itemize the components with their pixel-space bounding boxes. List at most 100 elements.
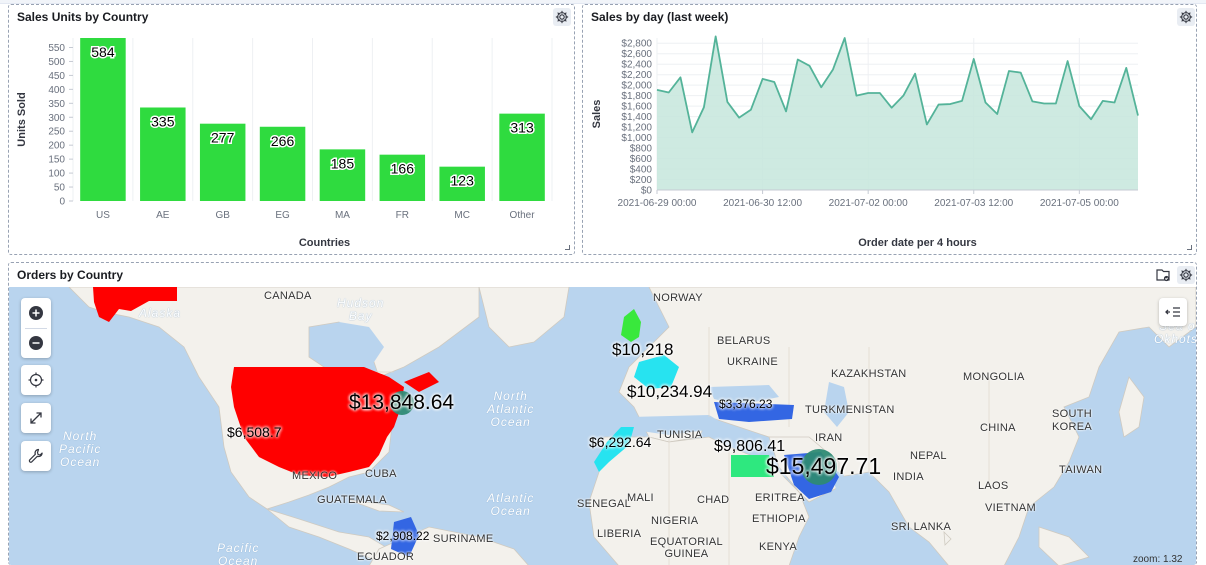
x-tick-label: EG: [275, 210, 290, 221]
bar-value-label: 266: [271, 133, 295, 149]
x-axis-title: Order date per 4 hours: [858, 237, 977, 249]
ocean-label-pacific: Pacific Ocean: [217, 541, 260, 565]
y-tick-label: 200: [48, 141, 65, 152]
value-label-tr: $3,376.23: [719, 397, 773, 411]
y-tick-label: $2,600: [621, 49, 652, 60]
bar-value-label: 313: [510, 120, 534, 136]
bar: [80, 38, 126, 201]
panel-sales-by-day: Sales by day (last week) $0 $200 $400 $600 $…: [582, 4, 1197, 255]
zoom-controls: [21, 298, 51, 358]
wrench-icon: [28, 448, 43, 463]
country-label: INDIA: [893, 471, 924, 483]
y-tick-label: 450: [48, 71, 65, 82]
x-tick-label: Other: [510, 210, 536, 221]
country-label: SURINAME: [433, 533, 494, 545]
country-label: ETHIOPIA: [752, 513, 806, 525]
x-tick-label: 2021-06-29 00:00: [618, 198, 697, 209]
y-tick-label: $2,800: [621, 39, 652, 50]
area-fill: [657, 36, 1138, 191]
tools-button[interactable]: [21, 441, 51, 471]
layer-toggle-button[interactable]: [1159, 298, 1187, 326]
zoom-in-button[interactable]: [21, 298, 51, 328]
country-label: VIETNAM: [985, 502, 1036, 514]
bar-value-label: 185: [331, 155, 355, 171]
country-label: TUNISIA: [657, 429, 703, 441]
y-tick-label: $600: [630, 154, 653, 165]
x-tick-label: 2021-07-02 00:00: [829, 198, 908, 209]
country-label: ERITREA: [755, 492, 805, 504]
value-label-co: $2,908.22: [376, 529, 430, 543]
y-tick-label: $1,400: [621, 112, 652, 123]
y-tick-label: 400: [48, 85, 65, 96]
ocean-label-north-pacific: North Pacific Ocean: [59, 429, 102, 469]
country-label: NEPAL: [910, 450, 947, 462]
country-label: TAIWAN: [1059, 464, 1103, 476]
y-tick-label: $1,200: [621, 123, 652, 134]
value-label-us-region: $6,508.7: [227, 424, 282, 440]
country-label: GUATEMALA: [317, 494, 387, 506]
resize-handle[interactable]: [1187, 245, 1192, 250]
country-label: EQUATORIAL GUINEA: [650, 536, 723, 560]
y-tick-label: $800: [630, 144, 653, 155]
panel-sales-units: Sales Units by Country 0 50 100 150 200 250 30…: [8, 4, 575, 255]
filter-button[interactable]: [1154, 266, 1172, 284]
minus-icon: [29, 336, 43, 351]
bar-value-label: 166: [391, 161, 415, 177]
bar-value-label: 277: [211, 130, 235, 146]
y-tick-label: 350: [48, 99, 65, 110]
x-tick-label: MA: [335, 210, 350, 221]
value-label-us-bubble: $13,848.64: [349, 391, 455, 414]
country-label: LIBERIA: [597, 528, 642, 540]
y-tick-label: 250: [48, 127, 65, 138]
y-tick-label: $0: [641, 186, 653, 197]
y-tick-label: $2,400: [621, 60, 652, 71]
y-tick-label: 50: [54, 183, 66, 194]
country-label: IRAN: [815, 432, 843, 444]
x-tick-label: 2021-07-03 12:00: [934, 198, 1013, 209]
country-label: CUBA: [365, 468, 397, 480]
x-tick-label: FR: [396, 210, 409, 221]
country-label: NIGERIA: [651, 515, 699, 527]
value-label-fr: $10,234.94: [627, 382, 713, 401]
country-label: CHAD: [697, 494, 730, 506]
bar-value-label: 335: [151, 113, 175, 129]
filter-file-icon: [1156, 269, 1170, 282]
area-chart: $0$200$400$600$800$1,000$1,200$1,400$1,6…: [591, 35, 1139, 249]
country-label: BELARUS: [717, 335, 771, 347]
y-tick-label: 500: [48, 57, 65, 68]
x-tick-label: AE: [156, 210, 170, 221]
value-label-ma: $6,292.64: [589, 434, 652, 450]
country-label: NORWAY: [653, 292, 703, 304]
country-label: CANADA: [264, 290, 312, 302]
country-label: KENYA: [759, 541, 797, 553]
y-tick-label: $200: [630, 175, 653, 186]
expand-icon: [30, 412, 42, 424]
map-canvas[interactable]: Hudson Bay Alaska North Atlantic Ocean N…: [9, 287, 1196, 565]
x-tick-label: 2021-06-30 12:00: [723, 198, 802, 209]
zoom-out-button[interactable]: [21, 329, 51, 359]
country-label: SENEGAL: [577, 498, 632, 510]
country-label: MONGOLIA: [963, 371, 1025, 383]
x-tick-label: MC: [454, 210, 470, 221]
resize-handle[interactable]: [565, 245, 570, 250]
y-tick-label: 0: [59, 197, 65, 208]
ocean-label-north-atlantic: North Atlantic Ocean: [487, 389, 535, 429]
x-tick-label: GB: [215, 210, 230, 221]
panel-title: Orders by Country: [17, 268, 124, 282]
y-tick-label: $2,000: [621, 81, 652, 92]
country-label: SOUTH KOREA: [1052, 408, 1093, 433]
layers-icon: [1165, 307, 1180, 317]
y-tick-label: 100: [48, 169, 65, 180]
country-label: ECUADOR: [357, 551, 415, 563]
y-tick-label: 550: [48, 43, 65, 54]
crosshair-icon: [28, 372, 44, 388]
y-tick-label: $1,600: [621, 102, 652, 113]
gear-button[interactable]: [1177, 266, 1195, 284]
recenter-button[interactable]: [21, 365, 51, 395]
ocean-label-hudson-bay: Hudson Bay: [337, 296, 385, 323]
y-tick-label: $2,200: [621, 70, 652, 81]
fullscreen-button[interactable]: [21, 403, 51, 433]
gear-icon: [1179, 268, 1193, 282]
zoom-readout: zoom: 1.32: [1133, 554, 1183, 565]
y-tick-label: 300: [48, 113, 65, 124]
